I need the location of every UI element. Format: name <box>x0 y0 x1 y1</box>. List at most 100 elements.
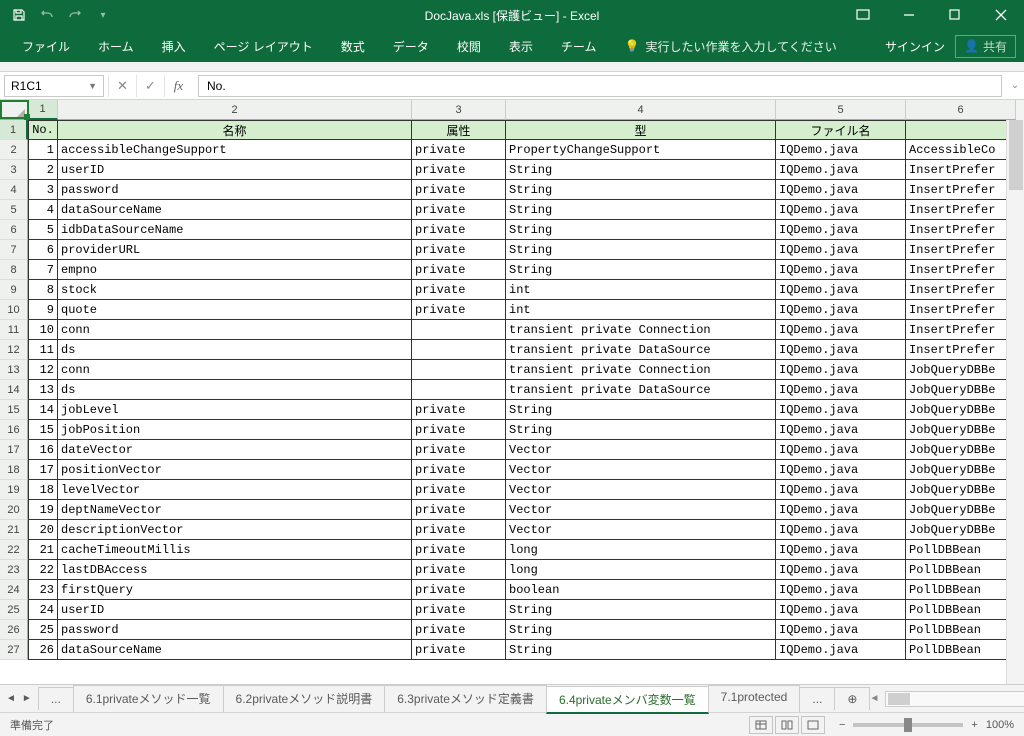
cell[interactable]: String <box>506 400 776 420</box>
cell[interactable]: String <box>506 640 776 660</box>
table-header-cell[interactable] <box>906 120 1016 140</box>
cell[interactable]: 8 <box>28 280 58 300</box>
cell[interactable]: dataSourceName <box>58 200 412 220</box>
cell[interactable]: InsertPrefer <box>906 240 1016 260</box>
cell[interactable]: IQDemo.java <box>776 200 906 220</box>
new-sheet-button[interactable]: ⊕ <box>834 687 870 710</box>
cell[interactable]: IQDemo.java <box>776 540 906 560</box>
cell[interactable]: private <box>412 620 506 640</box>
cell[interactable]: IQDemo.java <box>776 220 906 240</box>
cell[interactable]: JobQueryDBBe <box>906 380 1016 400</box>
tab-page-layout[interactable]: ページ レイアウト <box>200 30 327 62</box>
cell[interactable]: private <box>412 220 506 240</box>
cell[interactable]: lastDBAccess <box>58 560 412 580</box>
cell[interactable]: private <box>412 420 506 440</box>
cell[interactable]: PollDBBean <box>906 600 1016 620</box>
cell[interactable]: userID <box>58 160 412 180</box>
cell[interactable]: conn <box>58 320 412 340</box>
row-header[interactable]: 8 <box>0 260 28 280</box>
cell[interactable]: private <box>412 440 506 460</box>
cell[interactable]: String <box>506 260 776 280</box>
cell[interactable] <box>412 340 506 360</box>
cell[interactable]: JobQueryDBBe <box>906 500 1016 520</box>
cell[interactable]: Vector <box>506 500 776 520</box>
zoom-out-button[interactable]: − <box>839 719 845 731</box>
cell[interactable]: 24 <box>28 600 58 620</box>
cell[interactable]: String <box>506 220 776 240</box>
table-header-cell[interactable]: 型 <box>506 120 776 140</box>
table-header-cell[interactable]: 名称 <box>58 120 412 140</box>
cell[interactable]: IQDemo.java <box>776 180 906 200</box>
sheet-nav-prev[interactable]: ◄ <box>6 693 16 704</box>
row-header[interactable]: 15 <box>0 400 28 420</box>
cell[interactable]: boolean <box>506 580 776 600</box>
sheet-tab[interactable]: 6.4privateメンバ変数一覧 <box>546 686 709 714</box>
cell[interactable]: private <box>412 520 506 540</box>
row-header[interactable]: 25 <box>0 600 28 620</box>
cell[interactable]: 13 <box>28 380 58 400</box>
cell[interactable]: JobQueryDBBe <box>906 400 1016 420</box>
row-header[interactable]: 21 <box>0 520 28 540</box>
cell[interactable]: private <box>412 600 506 620</box>
cell[interactable]: Vector <box>506 440 776 460</box>
cell[interactable]: 3 <box>28 180 58 200</box>
cell[interactable]: transient private Connection <box>506 320 776 340</box>
fx-icon[interactable]: fx <box>164 75 192 97</box>
cell[interactable]: IQDemo.java <box>776 580 906 600</box>
cell[interactable]: IQDemo.java <box>776 500 906 520</box>
row-header[interactable]: 9 <box>0 280 28 300</box>
cell[interactable]: IQDemo.java <box>776 280 906 300</box>
tab-insert[interactable]: 挿入 <box>148 30 200 62</box>
tab-formulas[interactable]: 数式 <box>327 30 379 62</box>
cell[interactable]: 14 <box>28 400 58 420</box>
cell[interactable]: transient private Connection <box>506 360 776 380</box>
cell[interactable]: PollDBBean <box>906 540 1016 560</box>
table-header-cell[interactable]: No. <box>28 120 58 140</box>
cell[interactable]: PollDBBean <box>906 560 1016 580</box>
row-header[interactable]: 14 <box>0 380 28 400</box>
select-all-corner[interactable] <box>0 100 28 120</box>
cell[interactable]: IQDemo.java <box>776 140 906 160</box>
row-header[interactable]: 13 <box>0 360 28 380</box>
cell[interactable]: IQDemo.java <box>776 400 906 420</box>
row-header[interactable]: 16 <box>0 420 28 440</box>
ribbon-display-icon[interactable] <box>840 0 886 30</box>
formula-bar[interactable]: No. <box>198 75 1002 97</box>
sheet-tab[interactable]: 6.2privateメソッド説明書 <box>223 685 386 713</box>
cell[interactable]: 4 <box>28 200 58 220</box>
view-normal-icon[interactable] <box>749 716 773 734</box>
cell[interactable]: cacheTimeoutMillis <box>58 540 412 560</box>
cell[interactable]: AccessibleCo <box>906 140 1016 160</box>
cell[interactable]: IQDemo.java <box>776 300 906 320</box>
cell[interactable]: String <box>506 600 776 620</box>
close-icon[interactable] <box>978 0 1024 30</box>
cell[interactable]: InsertPrefer <box>906 280 1016 300</box>
vertical-scrollbar[interactable] <box>1006 100 1024 684</box>
cell[interactable] <box>412 360 506 380</box>
sheet-tab[interactable]: 6.1privateメソッド一覧 <box>73 685 224 713</box>
cell[interactable]: transient private DataSource <box>506 340 776 360</box>
cell[interactable]: conn <box>58 360 412 380</box>
name-box[interactable]: R1C1 ▼ <box>4 75 104 97</box>
cell[interactable] <box>412 320 506 340</box>
cell[interactable]: InsertPrefer <box>906 200 1016 220</box>
cell[interactable]: 15 <box>28 420 58 440</box>
cell[interactable]: 19 <box>28 500 58 520</box>
cell[interactable]: InsertPrefer <box>906 220 1016 240</box>
cell[interactable]: 1 <box>28 140 58 160</box>
cell[interactable]: ds <box>58 340 412 360</box>
cell[interactable]: IQDemo.java <box>776 360 906 380</box>
cell[interactable]: InsertPrefer <box>906 300 1016 320</box>
cell[interactable]: descriptionVector <box>58 520 412 540</box>
worksheet-grid[interactable]: 123456 123456789101112131415161718192021… <box>0 100 1024 684</box>
row-header[interactable]: 24 <box>0 580 28 600</box>
cancel-formula-icon[interactable]: ✕ <box>108 75 136 97</box>
sheet-nav-next[interactable]: ► <box>22 693 32 704</box>
cell[interactable]: String <box>506 620 776 640</box>
view-page-break-icon[interactable] <box>801 716 825 734</box>
column-header[interactable]: 5 <box>776 100 906 120</box>
row-header[interactable]: 17 <box>0 440 28 460</box>
row-header[interactable]: 18 <box>0 460 28 480</box>
row-header[interactable]: 6 <box>0 220 28 240</box>
cell[interactable]: 22 <box>28 560 58 580</box>
